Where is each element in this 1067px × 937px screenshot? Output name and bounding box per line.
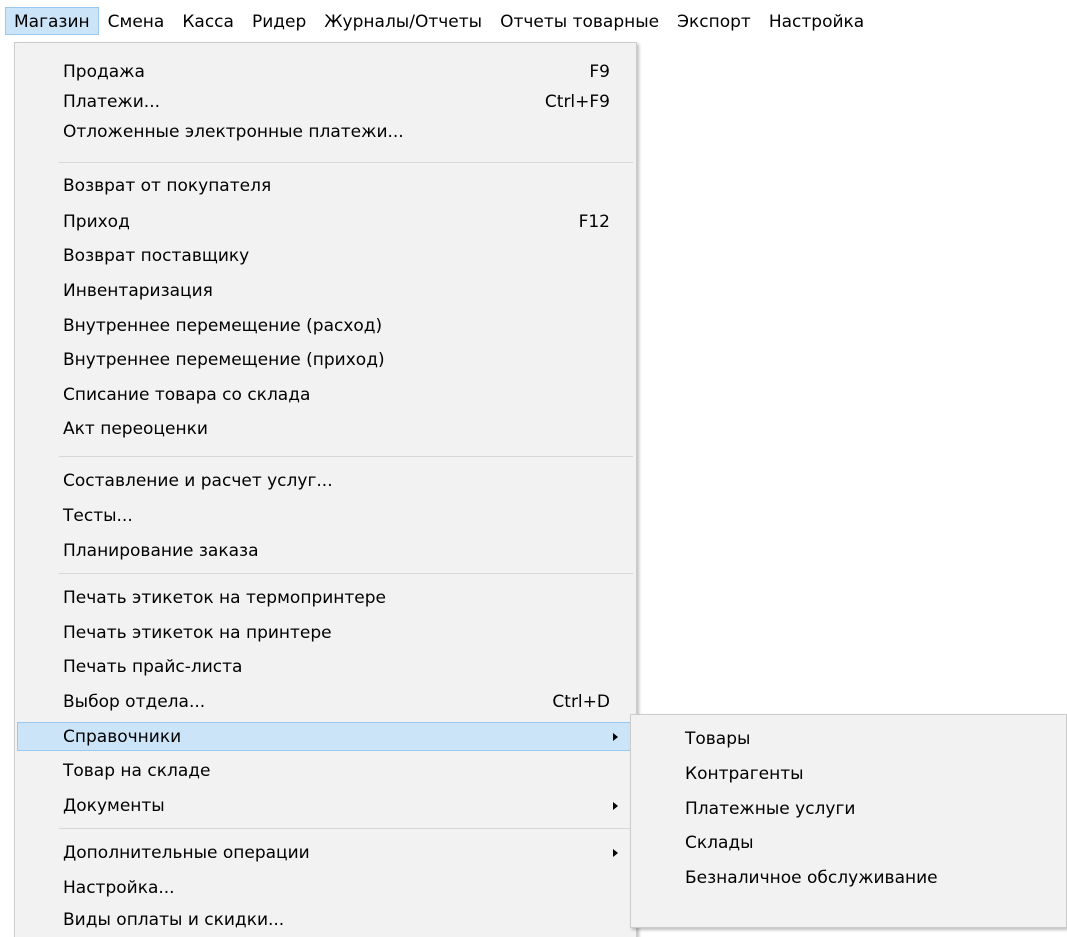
- menu-item-internal-transfer-in[interactable]: Внутреннее перемещение (приход): [17, 345, 633, 374]
- menu-item-label: Отложенные электронные платежи...: [63, 122, 404, 142]
- menu-item-label: Приход: [63, 212, 130, 232]
- menu-item-label: Возврат от покупателя: [63, 176, 272, 196]
- menu-item-order-planning[interactable]: Планирование заказа: [17, 536, 633, 565]
- menu-item-inventory[interactable]: Инвентаризация: [17, 276, 633, 305]
- submenu-item-label: Безналичное обслуживание: [685, 868, 938, 888]
- menu-separator: [59, 162, 633, 163]
- menu-settings[interactable]: Настройка: [760, 7, 873, 35]
- submenu-item-warehouses[interactable]: Склады: [633, 829, 1063, 858]
- submenu-arrow-icon: [613, 849, 618, 857]
- menu-item-sale[interactable]: Продажа F9: [17, 57, 633, 86]
- menu-item-label: Печать этикеток на термопринтере: [63, 588, 387, 608]
- menu-item-additional-operations[interactable]: Дополнительные операции: [17, 838, 633, 867]
- references-submenu: Товары Контрагенты Платежные услуги Скла…: [630, 714, 1067, 928]
- menu-item-payment-types-discounts[interactable]: Виды оплаты и скидки...: [17, 905, 633, 934]
- menu-item-print-thermal-labels[interactable]: Печать этикеток на термопринтере: [17, 583, 633, 612]
- submenu-arrow-icon: [613, 733, 618, 741]
- menu-item-stock[interactable]: Товар на складе: [17, 756, 633, 785]
- store-dropdown-menu: Продажа F9 Платежи... Ctrl+F9 Отложенные…: [14, 42, 637, 937]
- menu-item-select-department[interactable]: Выбор отдела... Ctrl+D: [17, 687, 633, 716]
- submenu-arrow-icon: [613, 802, 618, 810]
- submenu-item-label: Платежные услуги: [685, 799, 856, 819]
- menu-store[interactable]: Магазин: [5, 7, 99, 35]
- menu-item-label: Дополнительные операции: [63, 843, 310, 863]
- menu-item-deferred-payments[interactable]: Отложенные электронные платежи...: [17, 117, 633, 146]
- menu-shift[interactable]: Смена: [99, 7, 174, 35]
- menu-item-customer-return[interactable]: Возврат от покупателя: [17, 171, 633, 200]
- shortcut-label: Ctrl+F9: [544, 92, 610, 112]
- menu-item-receipt[interactable]: Приход F12: [17, 207, 633, 236]
- shortcut-label: F9: [589, 62, 610, 82]
- menu-item-label: Выбор отдела...: [63, 692, 206, 712]
- menu-item-internal-transfer-out[interactable]: Внутреннее перемещение (расход): [17, 311, 633, 340]
- menu-item-settings[interactable]: Настройка...: [17, 873, 633, 902]
- menu-item-label: Виды оплаты и скидки...: [63, 910, 285, 930]
- menu-item-print-labels[interactable]: Печать этикеток на принтере: [17, 618, 633, 647]
- menu-item-label: Товар на складе: [63, 761, 211, 781]
- menu-item-revaluation-act[interactable]: Акт переоценки: [17, 414, 633, 443]
- menu-item-tests[interactable]: Тесты...: [17, 501, 633, 530]
- menu-item-services-calc[interactable]: Составление и расчет услуг...: [17, 466, 633, 495]
- menu-item-supplier-return[interactable]: Возврат поставщику: [17, 241, 633, 270]
- menu-item-label: Составление и расчет услуг...: [63, 471, 333, 491]
- menu-item-label: Продажа: [63, 62, 145, 82]
- submenu-item-cashless-service[interactable]: Безналичное обслуживание: [633, 864, 1063, 893]
- menu-item-label: Платежи...: [63, 92, 161, 112]
- menu-item-payments[interactable]: Платежи... Ctrl+F9: [17, 87, 633, 116]
- menu-separator: [59, 828, 633, 829]
- menu-reader[interactable]: Ридер: [243, 7, 315, 35]
- menu-item-label: Печать прайс-листа: [63, 657, 243, 677]
- menu-item-label: Списание товара со склада: [63, 385, 311, 405]
- menu-item-label: Тесты...: [63, 506, 133, 526]
- menu-separator: [59, 573, 633, 574]
- menu-item-label: Документы: [63, 796, 165, 816]
- submenu-item-counterparties[interactable]: Контрагенты: [633, 760, 1063, 789]
- menu-item-write-off[interactable]: Списание товара со склада: [17, 380, 633, 409]
- menu-item-label: Настройка...: [63, 878, 175, 898]
- menu-item-references[interactable]: Справочники: [17, 722, 633, 751]
- menu-bar: Магазин Смена Касса Ридер Журналы/Отчеты…: [0, 0, 1067, 42]
- shortcut-label: Ctrl+D: [552, 692, 610, 712]
- menu-item-documents[interactable]: Документы: [17, 791, 633, 820]
- submenu-item-payment-services[interactable]: Платежные услуги: [633, 795, 1063, 824]
- menu-item-print-price-list[interactable]: Печать прайс-листа: [17, 652, 633, 681]
- menu-cash[interactable]: Касса: [173, 7, 243, 35]
- submenu-item-goods[interactable]: Товары: [633, 725, 1063, 754]
- submenu-item-label: Склады: [685, 833, 754, 853]
- menu-journals-reports[interactable]: Журналы/Отчеты: [315, 7, 491, 35]
- submenu-item-label: Контрагенты: [685, 764, 804, 784]
- menu-export[interactable]: Экспорт: [668, 7, 760, 35]
- menu-item-label: Инвентаризация: [63, 281, 213, 301]
- menu-item-label: Акт переоценки: [63, 419, 208, 439]
- menu-item-label: Возврат поставщику: [63, 246, 250, 266]
- menu-item-label: Справочники: [63, 727, 182, 747]
- shortcut-label: F12: [578, 212, 610, 232]
- submenu-item-label: Товары: [685, 729, 751, 749]
- menu-item-label: Внутреннее перемещение (приход): [63, 350, 385, 370]
- menu-item-label: Планирование заказа: [63, 541, 259, 561]
- menu-separator: [59, 456, 633, 457]
- menu-item-label: Печать этикеток на принтере: [63, 623, 332, 643]
- menu-item-label: Внутреннее перемещение (расход): [63, 316, 383, 336]
- menu-goods-reports[interactable]: Отчеты товарные: [491, 7, 668, 35]
